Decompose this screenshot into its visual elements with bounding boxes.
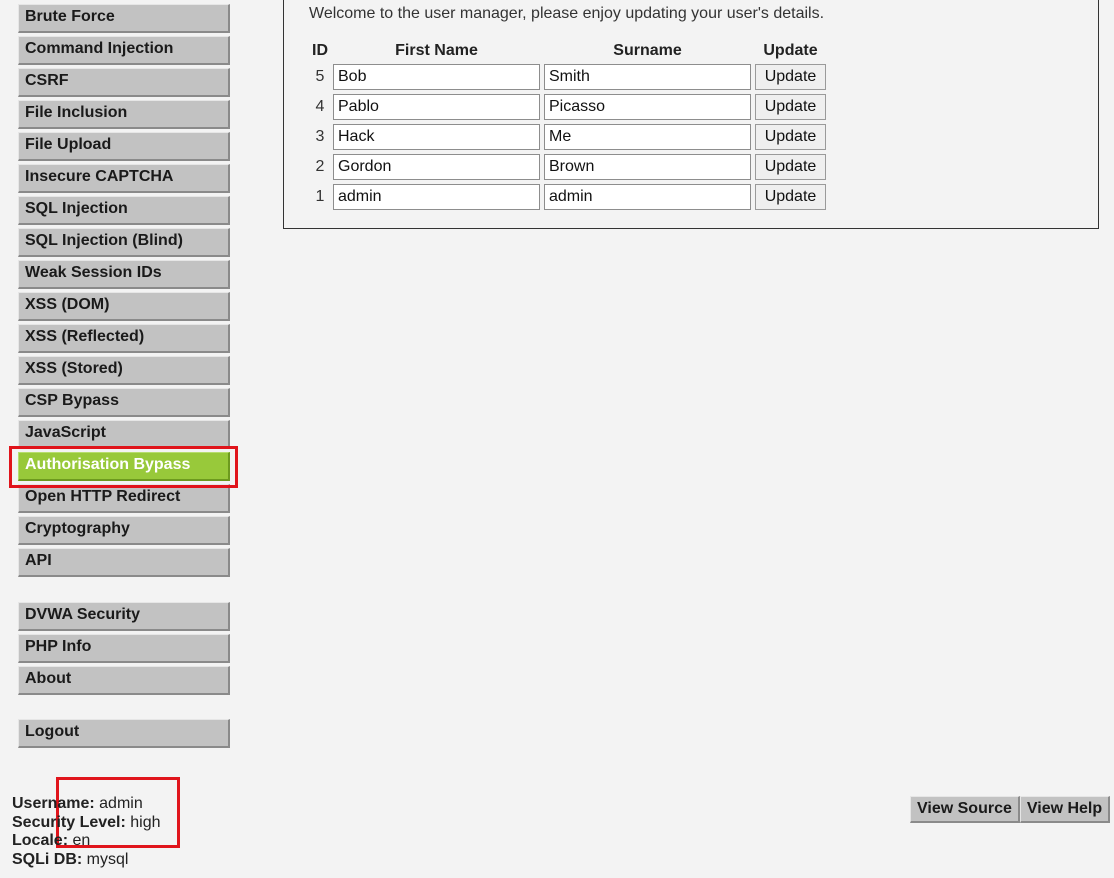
view-help-button[interactable]: View Help <box>1019 796 1111 823</box>
security-line: Security Level: high <box>12 814 161 833</box>
update-button[interactable]: Update <box>755 184 826 210</box>
username-label: Username: <box>12 795 95 812</box>
menu-item-xss-dom[interactable]: XSS (DOM) <box>18 292 230 321</box>
table-header-row: ID First Name Surname Update <box>309 40 828 62</box>
menu-item-dvwa-security[interactable]: DVWA Security <box>18 602 230 631</box>
menu-item-brute-force[interactable]: Brute Force <box>18 4 230 33</box>
first-name-cell <box>331 152 542 182</box>
user-id: 3 <box>315 128 325 145</box>
update-button[interactable]: Update <box>755 124 826 150</box>
menu-item-sql-injection-blind[interactable]: SQL Injection (Blind) <box>18 228 230 257</box>
first-name-input[interactable] <box>333 64 540 90</box>
update-cell: Update <box>753 152 828 182</box>
table-row: 2 Update <box>309 152 828 182</box>
table-row: 4 Update <box>309 92 828 122</box>
table-row: 1 Update <box>309 182 828 212</box>
header-id: ID <box>312 42 328 59</box>
sqli-label: SQLi DB: <box>12 850 83 868</box>
surname-cell <box>542 92 753 122</box>
update-cell: Update <box>753 122 828 152</box>
menu-item-about[interactable]: About <box>18 666 230 695</box>
user-id: 5 <box>315 68 325 85</box>
first-name-input[interactable] <box>333 124 540 150</box>
header-update: Update <box>763 42 818 59</box>
surname-cell <box>542 152 753 182</box>
surname-input[interactable] <box>544 154 751 180</box>
secondary-menu: DVWA Security PHP Info About <box>18 602 230 698</box>
menu-item-sql-injection[interactable]: SQL Injection <box>18 196 230 225</box>
main-menu: Brute Force Command Injection CSRF File Inc… <box>18 4 230 580</box>
user-id: 2 <box>315 158 325 175</box>
security-label: Security Level: <box>12 813 126 831</box>
menu-item-insecure-captcha[interactable]: Insecure CAPTCHA <box>18 164 230 193</box>
surname-cell <box>542 62 753 92</box>
table-row: 3 Update <box>309 122 828 152</box>
menu-item-javascript[interactable]: JavaScript <box>18 420 230 449</box>
surname-input[interactable] <box>544 124 751 150</box>
first-name-cell <box>331 62 542 92</box>
menu-item-command-injection[interactable]: Command Injection <box>18 36 230 65</box>
menu-item-file-inclusion[interactable]: File Inclusion <box>18 100 230 129</box>
first-name-cell <box>331 92 542 122</box>
menu-item-csrf[interactable]: CSRF <box>18 68 230 97</box>
menu-item-xss-reflected[interactable]: XSS (Reflected) <box>18 324 230 353</box>
sqli-value: mysql <box>86 850 129 868</box>
surname-input[interactable] <box>544 94 751 120</box>
menu-item-weak-session-ids[interactable]: Weak Session IDs <box>18 260 230 289</box>
security-value: high <box>130 813 161 831</box>
header-surname: Surname <box>613 42 682 59</box>
update-button[interactable]: Update <box>755 94 826 120</box>
first-name-input[interactable] <box>333 184 540 210</box>
menu-item-php-info[interactable]: PHP Info <box>18 634 230 663</box>
surname-cell <box>542 122 753 152</box>
username-line: Username: admin <box>12 795 161 814</box>
menu-item-api[interactable]: API <box>18 548 230 577</box>
menu-item-xss-stored[interactable]: XSS (Stored) <box>18 356 230 385</box>
menu-item-cryptography[interactable]: Cryptography <box>18 516 230 545</box>
update-cell: Update <box>753 182 828 212</box>
update-cell: Update <box>753 92 828 122</box>
welcome-text: Welcome to the user manager, please enjo… <box>309 5 825 22</box>
user-info: Username: admin Security Level: high Loc… <box>12 795 161 869</box>
user-id: 4 <box>315 98 325 115</box>
menu-item-authorisation-bypass[interactable]: Authorisation Bypass <box>18 452 230 481</box>
locale-value: en <box>72 832 91 849</box>
user-rows: 5 Update 4 Update 3 Update 2 Update 1 Update <box>309 62 828 212</box>
first-name-cell <box>331 122 542 152</box>
update-button[interactable]: Update <box>755 64 826 90</box>
user-table: ID First Name Surname Update 5 Update 4 Upd… <box>309 40 828 212</box>
menu-item-logout[interactable]: Logout <box>18 719 230 748</box>
first-name-input[interactable] <box>333 154 540 180</box>
surname-input[interactable] <box>544 184 751 210</box>
logout-menu: Logout <box>18 719 230 751</box>
user-manager-panel: Welcome to the user manager, please enjo… <box>283 0 1099 229</box>
view-source-button[interactable]: View Source <box>910 796 1020 823</box>
menu-item-file-upload[interactable]: File Upload <box>18 132 230 161</box>
first-name-cell <box>331 182 542 212</box>
header-first-name: First Name <box>395 42 478 59</box>
view-buttons: View Source View Help <box>910 796 1111 823</box>
surname-input[interactable] <box>544 64 751 90</box>
update-cell: Update <box>753 62 828 92</box>
menu-item-csp-bypass[interactable]: CSP Bypass <box>18 388 230 417</box>
menu-item-open-http-redirect[interactable]: Open HTTP Redirect <box>18 484 230 513</box>
username-value: admin <box>99 795 143 812</box>
first-name-input[interactable] <box>333 94 540 120</box>
locale-line: Locale: en <box>12 832 161 851</box>
table-row: 5 Update <box>309 62 828 92</box>
user-id: 1 <box>315 188 325 205</box>
locale-label: Locale: <box>12 832 69 849</box>
surname-cell <box>542 182 753 212</box>
sqli-line: SQLi DB: mysql <box>12 851 161 870</box>
update-button[interactable]: Update <box>755 154 826 180</box>
